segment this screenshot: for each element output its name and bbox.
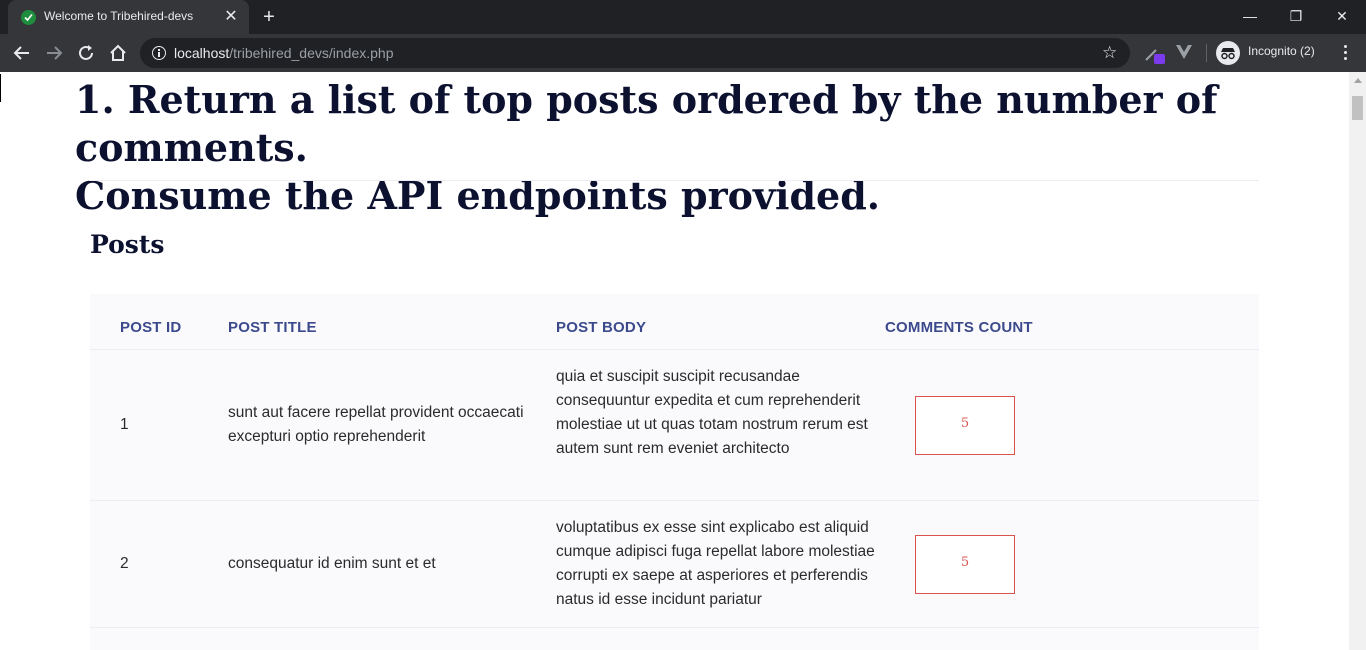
back-arrow-icon[interactable] bbox=[11, 42, 33, 64]
home-icon[interactable] bbox=[107, 42, 129, 64]
browser-tab[interactable]: Welcome to Tribehired-devs ✕ bbox=[8, 0, 249, 34]
tab-title: Welcome to Tribehired-devs bbox=[44, 9, 194, 23]
incognito-label: Incognito (2) bbox=[1248, 44, 1315, 58]
table-header: POST ID POST TITLE POST BODY COMMENTS CO… bbox=[90, 294, 1259, 350]
browser-toolbar: localhost/tribehired_devs/index.php ☆ In… bbox=[0, 34, 1366, 72]
post-title: sunt aut facere repellat provident occae… bbox=[228, 404, 524, 445]
scroll-thumb[interactable] bbox=[1352, 96, 1363, 120]
restore-icon[interactable]: ❐ bbox=[1285, 6, 1307, 26]
browser-tabstrip: Welcome to Tribehired-devs ✕ + — ❐ ✕ bbox=[0, 0, 1366, 34]
text-cursor bbox=[0, 74, 1, 102]
post-id: 2 bbox=[120, 555, 129, 572]
forward-arrow-icon[interactable] bbox=[43, 42, 65, 64]
address-bar[interactable]: localhost/tribehired_devs/index.php ☆ bbox=[140, 38, 1130, 68]
header-post-title: POST TITLE bbox=[228, 319, 317, 336]
more-menu-icon[interactable] bbox=[1338, 43, 1352, 63]
bookmark-star-icon[interactable]: ☆ bbox=[1102, 43, 1117, 63]
table-row: 2 consequatur id enim sunt et et volupta… bbox=[90, 501, 1259, 628]
comments-count-badge: 5 bbox=[915, 396, 1015, 455]
new-tab-icon[interactable]: + bbox=[259, 7, 279, 27]
table-row: 1 sunt aut facere repellat provident occ… bbox=[90, 350, 1259, 501]
reload-icon[interactable] bbox=[75, 42, 97, 64]
url-text: localhost/tribehired_devs/index.php bbox=[174, 45, 394, 61]
check-favicon-icon bbox=[21, 10, 36, 25]
minimize-icon[interactable]: — bbox=[1239, 6, 1261, 26]
scroll-up-icon[interactable] bbox=[1354, 78, 1362, 83]
header-post-id: POST ID bbox=[120, 319, 182, 336]
comments-count: 5 bbox=[960, 416, 970, 431]
header-post-body: POST BODY bbox=[556, 319, 647, 336]
post-title: consequatur id enim sunt et et bbox=[228, 555, 436, 572]
comments-count: 5 bbox=[960, 555, 970, 570]
comments-count-badge: 5 bbox=[915, 535, 1015, 594]
page-scrollbar[interactable] bbox=[1349, 72, 1366, 650]
post-id: 1 bbox=[120, 416, 129, 433]
heading-divider bbox=[89, 180, 1259, 181]
header-comments-count: COMMENTS COUNT bbox=[885, 319, 1033, 336]
post-body: quia et suscipit suscipit recusandae con… bbox=[556, 368, 868, 457]
close-icon[interactable]: ✕ bbox=[222, 8, 240, 26]
posts-table: POST ID POST TITLE POST BODY COMMENTS CO… bbox=[90, 294, 1259, 650]
extension-badge bbox=[1154, 54, 1165, 64]
section-title: Posts bbox=[90, 230, 165, 259]
window-close-icon[interactable]: ✕ bbox=[1331, 6, 1353, 26]
post-body: voluptatibus ex esse sint explicabo est … bbox=[556, 519, 875, 608]
info-icon[interactable] bbox=[152, 46, 166, 60]
page-heading: 1. Return a list of top posts ordered by… bbox=[75, 76, 1285, 220]
page-viewport: 1. Return a list of top posts ordered by… bbox=[0, 72, 1349, 650]
incognito-icon bbox=[1216, 41, 1240, 65]
heading-line-1: 1. Return a list of top posts ordered by… bbox=[75, 77, 1218, 170]
toolbar-divider bbox=[1206, 44, 1207, 62]
vue-devtools-icon[interactable] bbox=[1175, 44, 1193, 60]
